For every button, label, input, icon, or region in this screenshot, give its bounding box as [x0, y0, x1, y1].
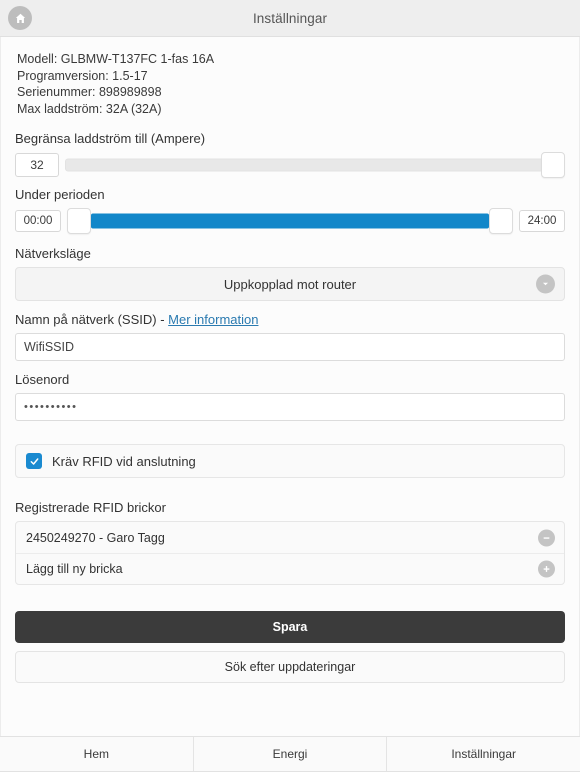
- more-information-link[interactable]: Mer information: [168, 312, 258, 327]
- check-updates-button[interactable]: Sök efter uppdateringar: [15, 651, 565, 683]
- rfid-add-text: Lägg till ny bricka: [26, 562, 123, 576]
- rfid-list: 2450249270 - Garo Tagg Lägg till ny bric…: [15, 521, 565, 585]
- rfid-required-checkbox[interactable]: [26, 453, 42, 469]
- period-fill: [91, 213, 489, 229]
- rfid-tag-text: 2450249270 - Garo Tagg: [26, 530, 165, 545]
- period-end-handle[interactable]: [489, 208, 513, 234]
- ssid-label-text: Namn på nätverk (SSID) -: [15, 312, 169, 327]
- home-icon: [14, 12, 27, 25]
- period-slider[interactable]: [67, 208, 513, 234]
- tab-installningar[interactable]: Inställningar: [386, 737, 580, 771]
- device-firmware: Programversion: 1.5-17: [17, 68, 148, 83]
- current-limit-track: [65, 158, 565, 172]
- device-max-current: Max laddström: 32A (32A): [17, 101, 162, 116]
- current-limit-label: Begränsa laddström till (Ampere): [15, 131, 206, 146]
- ssid-label: Namn på nätverk (SSID) - Mer information: [15, 312, 565, 327]
- page-title: Inställningar: [252, 10, 328, 26]
- password-label: Lösenord: [15, 372, 70, 387]
- list-item[interactable]: Lägg till ny bricka: [16, 553, 564, 584]
- period-row: 00:00 24:00: [15, 208, 565, 234]
- password-input[interactable]: ••••••••••: [15, 393, 565, 421]
- chevron-down-icon[interactable]: [536, 274, 555, 294]
- tab-hem[interactable]: Hem: [0, 737, 193, 771]
- current-limit-handle[interactable]: [541, 152, 565, 178]
- settings-content: Modell: GLBMW-T137FC 1-fas 16A Programve…: [0, 37, 580, 736]
- network-mode-select[interactable]: Uppkopplad mot router: [15, 267, 565, 301]
- rfid-required-label: Kräv RFID vid anslutning: [52, 453, 196, 469]
- list-item[interactable]: 2450249270 - Garo Tagg: [16, 522, 564, 553]
- home-button[interactable]: [8, 6, 32, 30]
- password-value: ••••••••••: [24, 401, 78, 413]
- save-button[interactable]: Spara: [15, 611, 565, 643]
- period-start-value[interactable]: 00:00: [15, 210, 61, 232]
- network-mode-label: Nätverksläge: [15, 246, 91, 261]
- tab-energi[interactable]: Energi: [192, 737, 387, 771]
- minus-circle-icon[interactable]: [538, 529, 555, 546]
- network-mode-selected: Uppkopplad mot router: [223, 276, 357, 292]
- period-label: Under perioden: [15, 187, 105, 202]
- ssid-input[interactable]: WifiSSID: [15, 333, 565, 361]
- rfid-required-row[interactable]: Kräv RFID vid anslutning: [15, 444, 565, 478]
- current-limit-value[interactable]: 32: [15, 153, 59, 177]
- plus-circle-icon[interactable]: [538, 560, 555, 578]
- current-limit-row: 32: [15, 152, 565, 178]
- bottom-tabbar: Hem Energi Inställningar: [0, 736, 580, 772]
- app-header: Inställningar: [0, 0, 580, 37]
- device-model: Modell: GLBMW-T137FC 1-fas 16A: [17, 52, 215, 66]
- settings-screen: Inställningar Modell: GLBMW-T137FC 1-fas…: [0, 0, 580, 772]
- period-end-value[interactable]: 24:00: [519, 210, 565, 232]
- device-info-block: Modell: GLBMW-T137FC 1-fas 16A Programve…: [15, 37, 565, 129]
- period-start-handle[interactable]: [67, 208, 91, 234]
- current-limit-slider[interactable]: [65, 152, 565, 178]
- rfid-list-label: Registrerade RFID brickor: [15, 500, 166, 515]
- device-serial: Serienummer: 898989898: [17, 85, 162, 99]
